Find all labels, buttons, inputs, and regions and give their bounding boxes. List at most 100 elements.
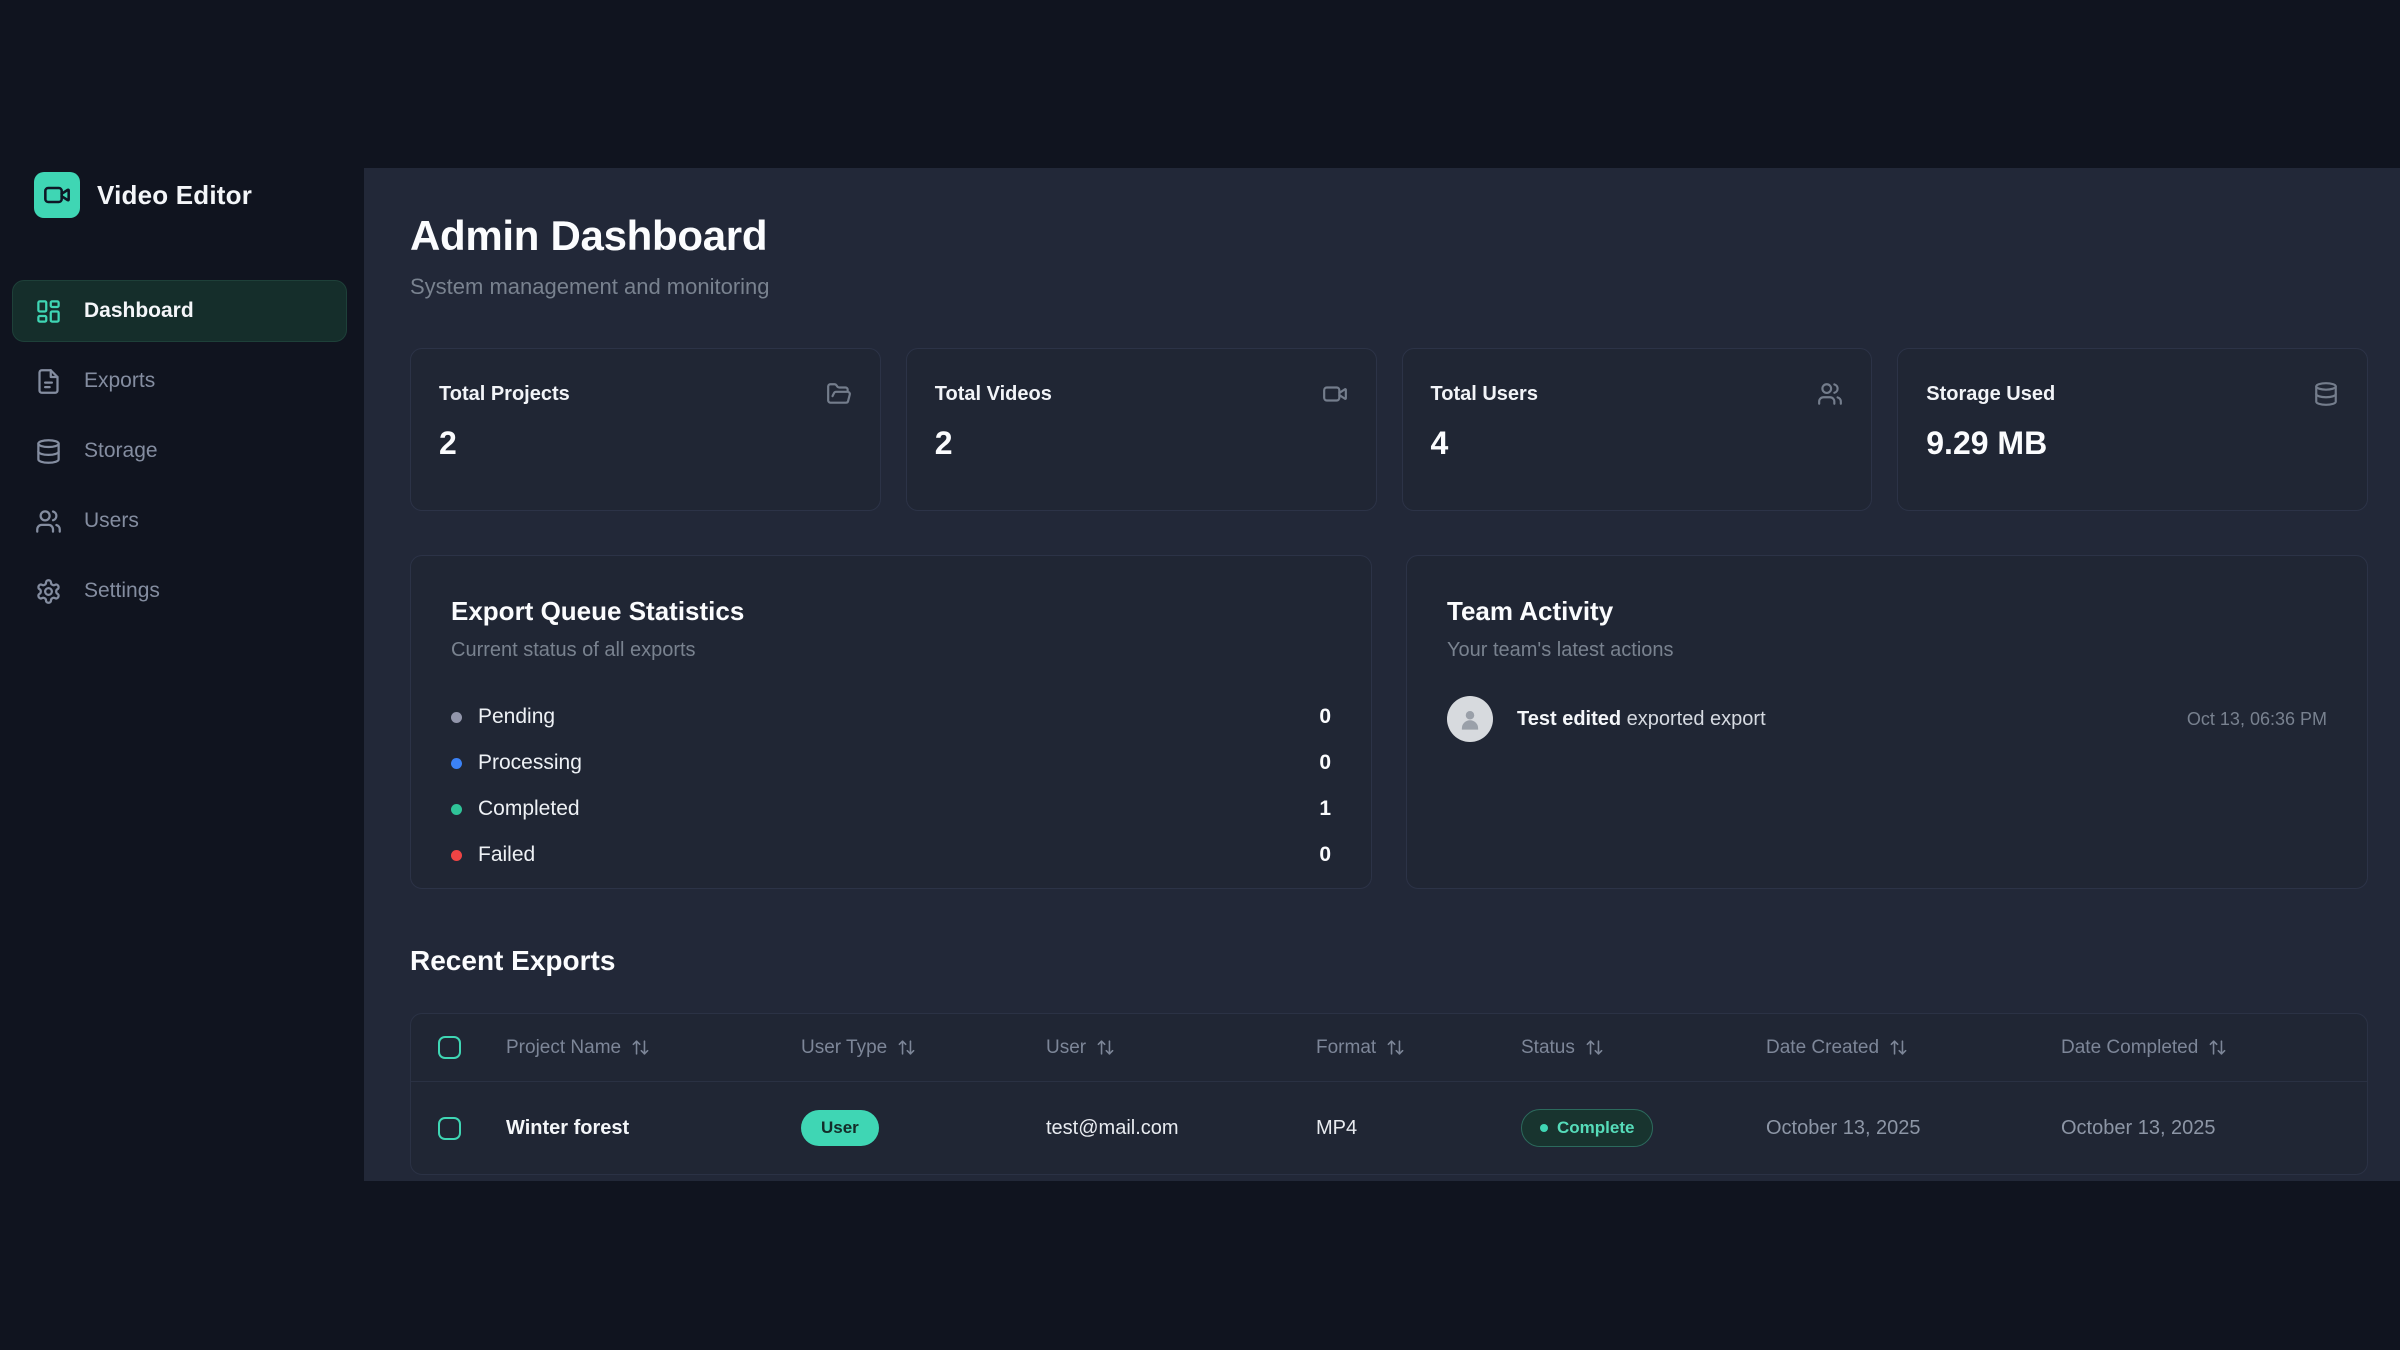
stat-label: Total Users xyxy=(1431,383,1538,406)
queue-label: Pending xyxy=(478,705,555,729)
activity-timestamp: Oct 13, 06:36 PM xyxy=(2187,709,2327,730)
cell-date-created: October 13, 2025 xyxy=(1741,1117,2036,1140)
queue-value: 0 xyxy=(1319,705,1331,729)
recent-exports-title: Recent Exports xyxy=(410,945,2368,977)
activity-item: Test edited exported export Oct 13, 06:3… xyxy=(1447,696,2327,742)
column-header-date-created[interactable]: Date Created xyxy=(1741,1037,2036,1059)
table-row[interactable]: Winter forest User test@mail.com MP4 Com… xyxy=(411,1082,2367,1174)
row-checkbox-cell xyxy=(411,1117,481,1140)
avatar xyxy=(1447,696,1493,742)
stat-label: Total Projects xyxy=(439,383,570,406)
cell-status: Complete xyxy=(1496,1109,1741,1147)
stat-value: 2 xyxy=(439,425,852,462)
sidebar-item-label: Settings xyxy=(84,579,160,603)
stat-label: Storage Used xyxy=(1926,383,2055,406)
column-header-user-type[interactable]: User Type xyxy=(776,1037,1021,1059)
stat-card-storage-used: Storage Used 9.29 MB xyxy=(1897,348,2368,511)
stat-cards: Total Projects 2 Total Videos xyxy=(410,348,2368,511)
queue-value: 0 xyxy=(1319,751,1331,775)
activity-text: Test edited exported export xyxy=(1517,708,1766,731)
queue-value: 0 xyxy=(1319,843,1331,867)
file-text-icon xyxy=(35,368,62,395)
queue-label: Failed xyxy=(478,843,535,867)
queue-list: Pending 0 Processing 0 Completed 1 xyxy=(451,694,1331,878)
cell-user-type: User xyxy=(776,1110,1021,1146)
gear-icon xyxy=(35,578,62,605)
queue-label: Completed xyxy=(478,797,580,821)
database-icon xyxy=(2313,381,2339,407)
queue-row-failed: Failed 0 xyxy=(451,832,1331,878)
activity-actor: Test edited xyxy=(1517,708,1621,730)
brand-name: Video Editor xyxy=(97,180,252,211)
stat-label: Total Videos xyxy=(935,383,1052,406)
brand: Video Editor xyxy=(0,172,364,218)
card-subtitle: Your team's latest actions xyxy=(1447,639,2327,662)
column-label: Status xyxy=(1521,1037,1575,1059)
processing-dot xyxy=(451,758,462,769)
sidebar-nav: Dashboard Exports xyxy=(0,280,364,622)
sidebar-item-settings[interactable]: Settings xyxy=(12,560,347,622)
stat-value: 9.29 MB xyxy=(1926,425,2339,462)
column-header-format[interactable]: Format xyxy=(1291,1037,1496,1059)
sort-icon xyxy=(631,1038,650,1057)
column-header-date-completed[interactable]: Date Completed xyxy=(2036,1037,2367,1059)
activity-action: exported export xyxy=(1627,708,1766,730)
sort-icon xyxy=(1889,1038,1908,1057)
queue-row-processing: Processing 0 xyxy=(451,740,1331,786)
completed-dot xyxy=(451,804,462,815)
card-title: Team Activity xyxy=(1447,596,2327,627)
stat-card-total-users: Total Users 4 xyxy=(1402,348,1873,511)
folder-open-icon xyxy=(826,381,852,407)
sidebar-item-users[interactable]: Users xyxy=(12,490,347,552)
users-icon xyxy=(1817,381,1843,407)
content-panel: Admin Dashboard System management and mo… xyxy=(364,168,2400,1181)
failed-dot xyxy=(451,850,462,861)
status-label: Complete xyxy=(1557,1118,1634,1138)
column-label: User xyxy=(1046,1037,1086,1059)
sort-icon xyxy=(2208,1038,2227,1057)
sidebar-item-label: Users xyxy=(84,509,139,533)
sort-icon xyxy=(1386,1038,1405,1057)
video-camera-logo-icon xyxy=(34,172,80,218)
main-area: Admin Dashboard System management and mo… xyxy=(364,0,2400,1350)
sidebar-item-label: Dashboard xyxy=(84,299,194,323)
queue-row-completed: Completed 1 xyxy=(451,786,1331,832)
database-icon xyxy=(35,438,62,465)
sidebar-item-label: Storage xyxy=(84,439,158,463)
dashboard-icon xyxy=(35,298,62,325)
stat-value: 2 xyxy=(935,425,1348,462)
page-subtitle: System management and monitoring xyxy=(410,274,2368,300)
sort-icon xyxy=(1585,1038,1604,1057)
select-all-checkbox[interactable] xyxy=(438,1036,461,1059)
sidebar-item-exports[interactable]: Exports xyxy=(12,350,347,412)
cell-format: MP4 xyxy=(1291,1117,1496,1140)
queue-row-pending: Pending 0 xyxy=(451,694,1331,740)
column-label: Project Name xyxy=(506,1037,621,1059)
sidebar-item-storage[interactable]: Storage xyxy=(12,420,347,482)
sidebar-item-label: Exports xyxy=(84,369,155,393)
sidebar-item-dashboard[interactable]: Dashboard xyxy=(12,280,347,342)
column-header-project-name[interactable]: Project Name xyxy=(481,1037,776,1059)
card-title: Export Queue Statistics xyxy=(451,596,1331,627)
status-dot-icon xyxy=(1540,1124,1548,1132)
team-activity-card: Team Activity Your team's latest actions… xyxy=(1406,555,2368,889)
column-header-user[interactable]: User xyxy=(1021,1037,1291,1059)
column-header-status[interactable]: Status xyxy=(1496,1037,1741,1059)
column-label: Date Completed xyxy=(2061,1037,2198,1059)
sidebar: Video Editor Dashboard xyxy=(0,0,364,1350)
recent-exports-table: Project Name User Type xyxy=(410,1013,2368,1175)
table-header-row: Project Name User Type xyxy=(411,1014,2367,1082)
video-icon xyxy=(1322,381,1348,407)
cell-project-name: Winter forest xyxy=(481,1117,776,1140)
row-checkbox[interactable] xyxy=(438,1117,461,1140)
pending-dot xyxy=(451,712,462,723)
status-badge: Complete xyxy=(1521,1109,1653,1147)
queue-label: Processing xyxy=(478,751,582,775)
sort-icon xyxy=(897,1038,916,1057)
export-queue-card: Export Queue Statistics Current status o… xyxy=(410,555,1372,889)
page-title: Admin Dashboard xyxy=(410,212,2368,260)
app-root: Video Editor Dashboard xyxy=(0,0,2400,1350)
middle-cards: Export Queue Statistics Current status o… xyxy=(410,555,2368,889)
column-label: User Type xyxy=(801,1037,887,1059)
stat-card-total-projects: Total Projects 2 xyxy=(410,348,881,511)
